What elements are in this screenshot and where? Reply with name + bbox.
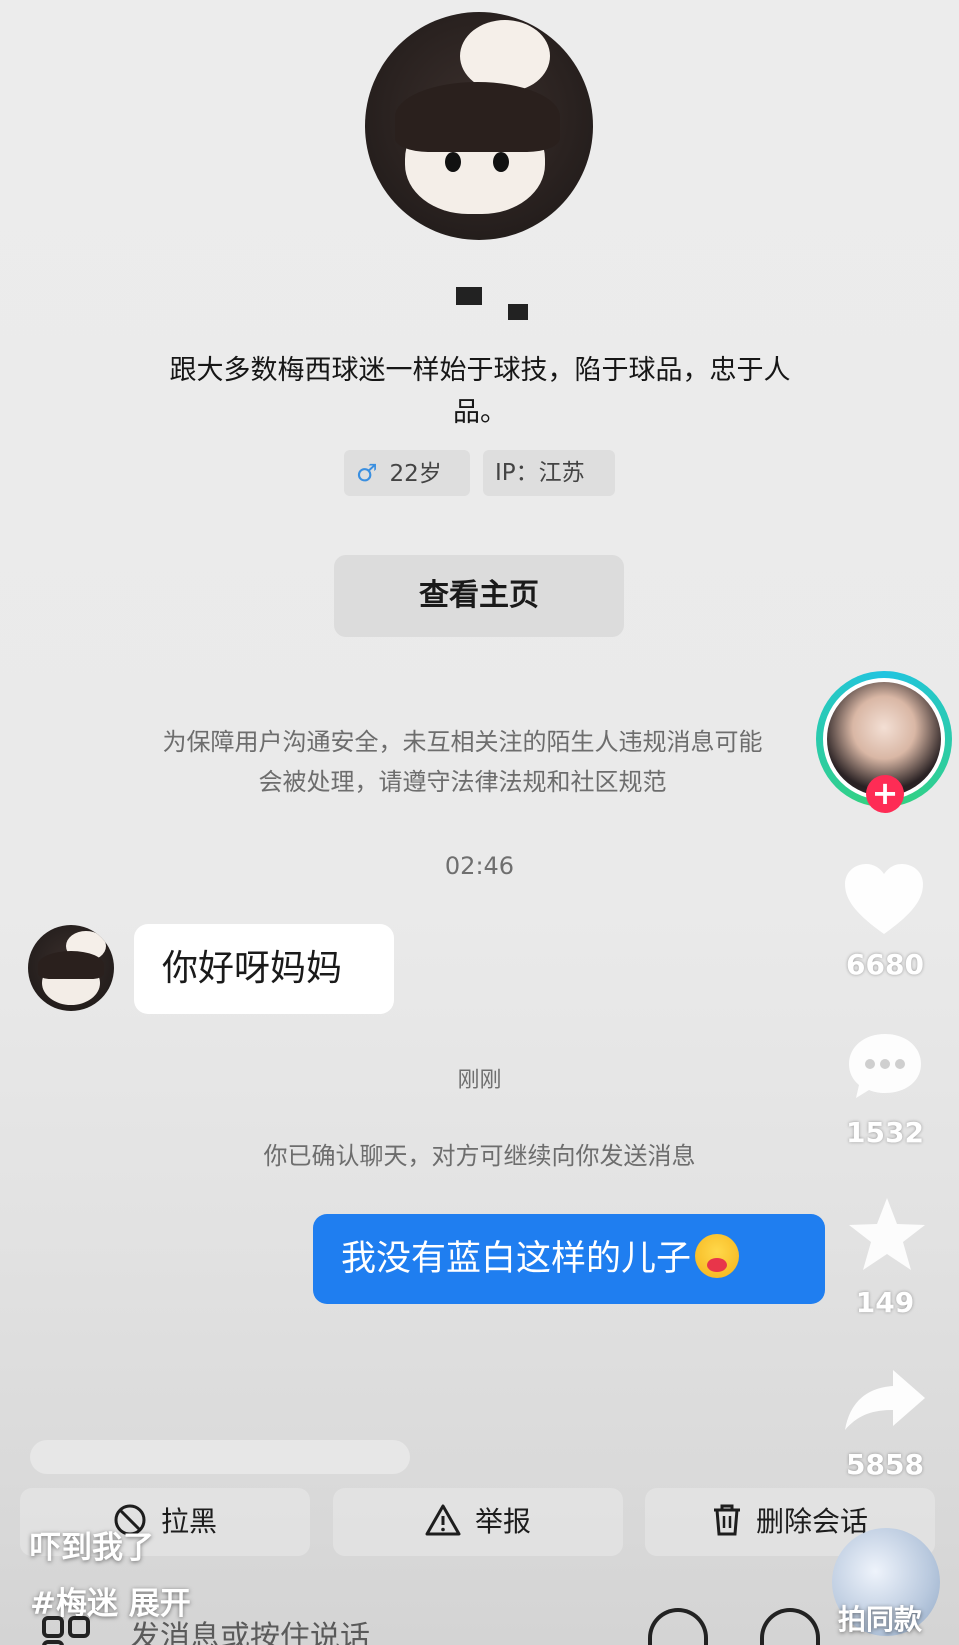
block-label: 拉黑 xyxy=(160,1505,217,1538)
pleading-heart-emoji-icon xyxy=(695,1234,740,1278)
avatar-eye xyxy=(493,152,509,172)
outgoing-message-bubble[interactable]: 我没有蓝白这样的儿子 xyxy=(313,1214,825,1304)
share-arrow-icon[interactable] xyxy=(843,1368,927,1432)
view-homepage-button[interactable]: 查看主页 xyxy=(334,555,624,637)
outgoing-message-text: 我没有蓝白这样的儿子 xyxy=(341,1239,692,1279)
message-input[interactable]: 发消息或按住说话 xyxy=(40,1606,660,1645)
emoji-icon[interactable] xyxy=(760,1608,820,1645)
profile-avatar[interactable] xyxy=(365,12,593,240)
male-icon: ♂ xyxy=(356,459,378,487)
report-button[interactable]: 举报 xyxy=(333,1488,623,1556)
avatar-eye xyxy=(445,152,461,172)
avatar-plush-hair xyxy=(395,82,560,152)
video-caption: 吓到我了 xyxy=(30,1530,154,1566)
report-label: 举报 xyxy=(474,1505,531,1538)
incoming-message-bubble[interactable]: 你好呀妈妈 xyxy=(134,924,394,1014)
profile-bio: 跟大多数梅西球迷一样始于球技，陷于球品，忠于人品。 xyxy=(169,355,791,428)
avatar-plush-hair xyxy=(38,951,104,979)
warning-icon xyxy=(425,1504,461,1536)
message-timestamp: 刚刚 xyxy=(457,1068,502,1093)
likes-count: 6680 xyxy=(846,948,924,981)
shares-count: 5858 xyxy=(846,1448,924,1481)
gender-age-tag: ♂ 22岁 xyxy=(344,450,470,496)
message-timestamp: 02:46 xyxy=(444,852,515,880)
safety-notice: 为保障用户沟通安全，未互相关注的陌生人违规消息可能 会被处理，请遵守法律法规和社… xyxy=(162,728,763,796)
input-placeholder: 发消息或按住说话 xyxy=(130,1620,370,1645)
follow-plus-icon[interactable]: + xyxy=(866,775,904,813)
comments-count: 1532 xyxy=(846,1116,924,1149)
delete-label: 删除会话 xyxy=(755,1505,868,1538)
star-favorite-icon[interactable] xyxy=(846,1195,928,1275)
blurred-strip xyxy=(30,1440,410,1474)
profile-name-redacted xyxy=(456,287,482,305)
heart-icon[interactable] xyxy=(843,862,925,938)
favorites-count: 149 xyxy=(855,1286,915,1319)
sender-avatar[interactable] xyxy=(28,925,114,1011)
ip-tag: IP：江苏 xyxy=(483,450,615,496)
chat-confirm-notice: 你已确认聊天，对方可继续向你发送消息 xyxy=(263,1142,696,1170)
apps-grid-icon[interactable] xyxy=(40,1614,96,1645)
comment-icon[interactable] xyxy=(846,1030,924,1102)
age-label: 22岁 xyxy=(389,461,442,487)
trash-icon xyxy=(713,1504,740,1536)
profile-name-redacted xyxy=(508,304,528,320)
shoot-same-label[interactable]: 拍同款 xyxy=(838,1598,922,1638)
